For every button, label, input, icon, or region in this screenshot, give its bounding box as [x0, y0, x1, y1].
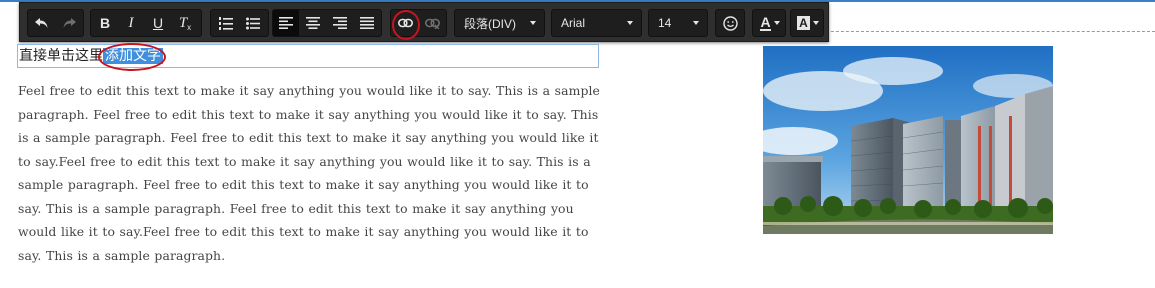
align-right-icon — [333, 17, 347, 29]
font-family-value: Arial — [561, 16, 586, 30]
emoticon-group — [715, 9, 745, 37]
bold-button[interactable]: B — [93, 10, 117, 36]
smiley-icon — [722, 15, 738, 31]
background-color-group: A — [790, 9, 824, 37]
paragraph-format-value: 段落(DIV) — [464, 16, 516, 31]
font-color-icon: A — [760, 13, 771, 31]
emoticon-button[interactable] — [718, 10, 742, 36]
text-style-group: B I U Tx — [90, 9, 202, 37]
chevron-down-icon — [773, 21, 780, 25]
font-size-value: 14 — [658, 16, 672, 30]
font-family-select[interactable]: Arial — [551, 9, 642, 37]
undo-button[interactable] — [30, 10, 54, 36]
ordered-list-button[interactable] — [214, 10, 238, 36]
chevron-down-icon — [812, 21, 819, 25]
align-center-button[interactable] — [301, 10, 325, 36]
redo-icon — [63, 18, 76, 28]
link-group — [390, 9, 447, 37]
link-icon — [397, 18, 413, 28]
photo-image — [763, 46, 1053, 234]
clear-format-x-glyph: x — [187, 23, 192, 32]
align-center-icon — [306, 17, 320, 29]
align-left-button[interactable] — [273, 10, 299, 36]
chevron-down-icon — [627, 21, 633, 25]
remove-link-button[interactable] — [420, 10, 444, 36]
clear-format-button[interactable]: Tx — [173, 10, 197, 36]
clear-format-icon: T — [178, 14, 188, 31]
undo-icon — [35, 18, 48, 28]
campus-buildings-photo[interactable] — [763, 46, 1053, 234]
unordered-list-icon — [246, 17, 260, 29]
insert-link-button[interactable] — [393, 10, 417, 36]
list-group — [210, 9, 269, 37]
font-color-button[interactable]: A — [755, 10, 785, 36]
headline-prefix: 直接单击这里 — [19, 48, 103, 64]
body-paragraph[interactable]: Feel free to edit this text to make it s… — [18, 79, 606, 267]
align-left-icon — [279, 17, 293, 29]
selection-annotation-circle — [98, 43, 166, 71]
font-color-group: A — [752, 9, 786, 37]
unordered-list-button[interactable] — [241, 10, 265, 36]
chevron-down-icon — [693, 21, 699, 25]
italic-button[interactable]: I — [119, 10, 143, 36]
editor-toolbar: B I U Tx 段落(DIV) Arial 14 A A — [19, 2, 829, 42]
redo-button[interactable] — [57, 10, 81, 36]
align-justify-icon — [360, 17, 374, 29]
alignment-group — [272, 9, 382, 37]
history-group — [27, 9, 84, 37]
background-color-icon: A — [797, 16, 810, 30]
align-justify-button[interactable] — [355, 10, 379, 36]
background-color-button[interactable]: A — [793, 10, 823, 36]
align-right-button[interactable] — [328, 10, 352, 36]
ordered-list-icon — [219, 16, 233, 30]
chevron-down-icon — [530, 21, 536, 25]
unlink-icon — [424, 18, 440, 29]
underline-button[interactable]: U — [146, 10, 170, 36]
paragraph-format-select[interactable]: 段落(DIV) — [454, 9, 545, 37]
font-size-select[interactable]: 14 — [648, 9, 708, 37]
